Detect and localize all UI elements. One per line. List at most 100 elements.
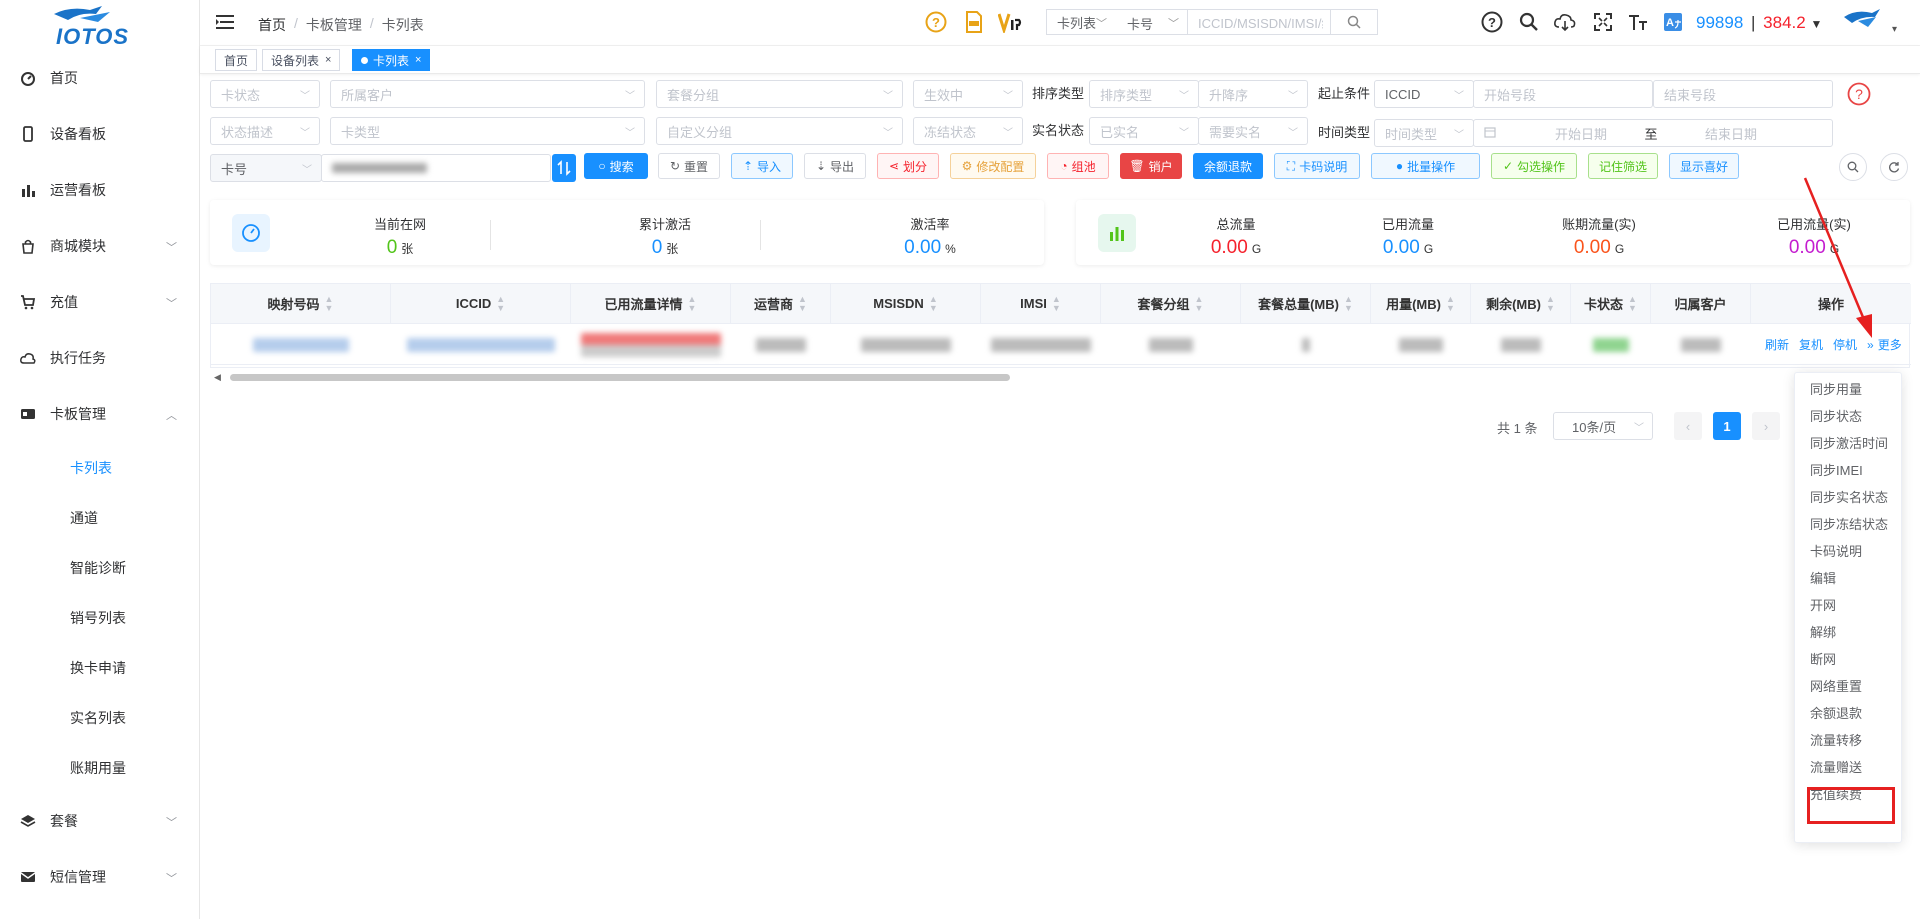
menu-item-sync-activation[interactable]: 同步激活时间 [1810, 434, 1888, 454]
column-header[interactable]: 卡状态 ▲ ▼ [1571, 284, 1651, 324]
tag-device-list[interactable]: 设备列表 × [262, 49, 341, 71]
pool-button[interactable]: ◔ 组池 [1047, 153, 1109, 179]
submenu-channel[interactable]: 通道 [0, 493, 199, 543]
export-button[interactable]: ⇣ 导出 [804, 153, 866, 179]
menu-item-sync-status[interactable]: 同步状态 [1810, 407, 1862, 427]
tag-card-list[interactable]: 卡列表 × [352, 49, 431, 71]
column-header[interactable]: MSISDN ▲ ▼ [831, 284, 981, 324]
customer-select[interactable]: 所属客户 ﹀ [330, 80, 645, 108]
keyword-input[interactable] [321, 154, 551, 182]
tag-home[interactable]: 首页 [215, 49, 258, 71]
submenu-billing-usage[interactable]: 账期用量 [0, 743, 199, 793]
sort-icon[interactable]: ▲ ▼ [1628, 294, 1637, 313]
end-number-input[interactable]: 结束号段 [1653, 80, 1833, 108]
menu-toggle-icon[interactable] [216, 15, 234, 29]
prev-page-button[interactable]: ‹ [1674, 412, 1702, 440]
breadcrumb-item[interactable]: 首页 [258, 15, 286, 35]
sort-icon[interactable]: ▲ ▼ [1446, 294, 1455, 313]
vip-icon[interactable] [998, 10, 1022, 34]
column-header[interactable]: IMSI ▲ ▼ [981, 284, 1101, 324]
range-field-select[interactable]: ICCID ﹀ [1374, 80, 1474, 108]
balance-refund-button[interactable]: 余额退款 [1193, 153, 1263, 179]
menu-item-open-network[interactable]: 开网 [1810, 596, 1836, 616]
close-icon[interactable]: × [415, 54, 421, 66]
submenu-diagnosis[interactable]: 智能诊断 [0, 543, 199, 593]
menu-item-sync-usage[interactable]: 同步用量 [1810, 380, 1862, 400]
sort-icon[interactable]: ▲ ▼ [688, 294, 697, 313]
column-header[interactable]: 用量(MB) ▲ ▼ [1371, 284, 1471, 324]
scroll-left-icon[interactable]: ◀ [214, 372, 221, 383]
sidebar-item-home[interactable]: 首页 [0, 53, 199, 103]
realname-select[interactable]: 已实名 ﹀ [1089, 117, 1199, 145]
sidebar-item-sms[interactable]: 短信管理 ﹀ [0, 852, 199, 902]
translate-icon[interactable]: A [1661, 10, 1685, 34]
sidebar-item-mall[interactable]: 商城模块 ﹀ [0, 221, 199, 271]
sort-type-select[interactable]: 排序类型 ﹀ [1089, 80, 1199, 108]
search-button[interactable] [1330, 9, 1378, 35]
more-link[interactable]: 更多 [1878, 336, 1902, 353]
start-number-input[interactable]: 开始号段 [1473, 80, 1653, 108]
sort-icon[interactable]: ▲ ▼ [496, 294, 505, 313]
refresh-icon[interactable] [1880, 153, 1908, 181]
menu-item-traffic-transfer[interactable]: 流量转移 [1810, 731, 1862, 751]
card-code-button[interactable]: ⛶ 卡码说明 [1274, 153, 1360, 179]
menu-item-sync-imei[interactable]: 同步IMEI [1810, 461, 1863, 481]
account-balance[interactable]: 99898 | 384.2 ▼ [1696, 13, 1822, 33]
menu-item-unbind[interactable]: 解绑 [1810, 623, 1836, 643]
help-icon[interactable]: ? [1480, 10, 1504, 34]
display-prefs-button[interactable]: 显示喜好 [1669, 153, 1739, 179]
card-status-select[interactable]: 卡状态 ﹀ [210, 80, 320, 108]
menu-item-disconnect[interactable]: 断网 [1810, 650, 1836, 670]
font-size-icon[interactable] [1626, 10, 1650, 34]
status-desc-select[interactable]: 状态描述 ﹀ [210, 117, 320, 145]
swap-icon[interactable] [552, 154, 576, 182]
page-size-select[interactable]: 10条/页 ﹀ [1553, 412, 1653, 440]
search-icon[interactable] [1517, 10, 1541, 34]
sort-icon[interactable]: ▲ ▼ [1195, 294, 1204, 313]
field-select[interactable]: 卡号 ﹀ [210, 154, 322, 182]
doc-icon[interactable] [962, 10, 986, 34]
submenu-card-list[interactable]: 卡列表 [0, 443, 199, 493]
sidebar-item-recharge[interactable]: 充值 ﹀ [0, 277, 199, 327]
refresh-link[interactable]: 刷新 [1765, 336, 1789, 353]
search-button[interactable]: ○ 搜索 [584, 153, 648, 179]
help-circle-icon[interactable]: ? [924, 10, 948, 34]
sort-icon[interactable]: ▲ ▼ [798, 294, 807, 313]
menu-item-balance-refund[interactable]: 余额退款 [1810, 704, 1862, 724]
column-header[interactable]: 映射号码 ▲ ▼ [211, 284, 391, 324]
sidebar-item-package[interactable]: 套餐 ﹀ [0, 796, 199, 846]
help-circle-icon[interactable]: ? [1847, 82, 1871, 109]
suspend-link[interactable]: 停机 [1833, 336, 1857, 353]
menu-item-sync-freeze[interactable]: 同步冻结状态 [1810, 515, 1888, 535]
freeze-status-select[interactable]: 冻结状态 ﹀ [913, 117, 1023, 145]
column-header[interactable]: 套餐总量(MB) ▲ ▼ [1241, 284, 1371, 324]
next-page-button[interactable]: › [1752, 412, 1780, 440]
time-type-select[interactable]: 时间类型 ﹀ [1374, 119, 1474, 147]
submenu-realname-list[interactable]: 实名列表 [0, 693, 199, 743]
sidebar-item-ops-board[interactable]: 运营看板 [0, 165, 199, 215]
caret-down-icon[interactable]: ▾ [1892, 24, 1897, 35]
batch-operation-button[interactable]: ● 批量操作 [1371, 153, 1480, 179]
sort-icon[interactable]: ▲ ▼ [1546, 294, 1555, 313]
search-scope-select[interactable]: 卡列表 ﹀ 卡号 ﹀ [1046, 9, 1188, 35]
close-icon[interactable]: × [325, 54, 331, 66]
page-1-button[interactable]: 1 [1713, 412, 1741, 440]
resume-link[interactable]: 复机 [1799, 336, 1823, 353]
menu-item-traffic-gift[interactable]: 流量赠送 [1810, 758, 1862, 778]
column-header[interactable]: 套餐分组 ▲ ▼ [1101, 284, 1241, 324]
sidebar-item-tasks[interactable]: 执行任务 [0, 333, 199, 383]
submenu-cancel-list[interactable]: 销号列表 [0, 593, 199, 643]
breadcrumb-item[interactable]: 卡板管理 [306, 15, 362, 35]
avatar[interactable] [1842, 4, 1882, 40]
column-header[interactable]: 已用流量详情 ▲ ▼ [571, 284, 731, 324]
effective-select[interactable]: 生效中 ﹀ [913, 80, 1023, 108]
sort-icon[interactable]: ▲ ▼ [929, 294, 938, 313]
column-header[interactable]: ICCID ▲ ▼ [391, 284, 571, 324]
search-input[interactable]: ICCID/MSISDN/IMSI/编号 [1187, 9, 1331, 35]
divide-button[interactable]: ⋖ 划分 [877, 153, 939, 179]
search-toggle-icon[interactable] [1839, 153, 1867, 181]
custom-group-select[interactable]: 自定义分组 ﹀ [656, 117, 903, 145]
sort-icon[interactable]: ▲ ▼ [1344, 294, 1353, 313]
close-account-button[interactable]: 🗑 销户 [1120, 153, 1182, 179]
sidebar-item-device-board[interactable]: 设备看板 [0, 109, 199, 159]
